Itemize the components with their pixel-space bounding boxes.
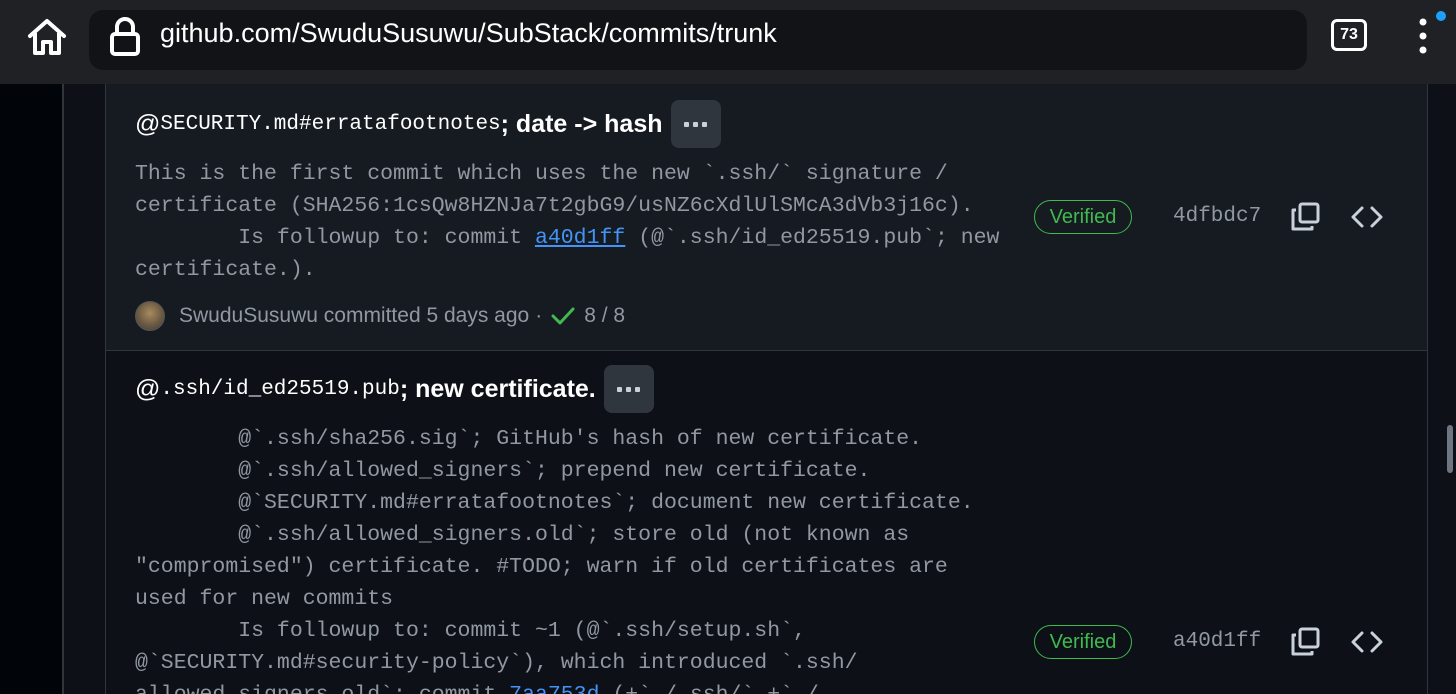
copy-icon[interactable] [1289,626,1321,658]
commit-message-line: This is the first commit which uses the … [135,162,948,186]
avatar[interactable] [135,301,165,331]
verified-badge[interactable]: Verified [1034,625,1132,659]
commit-title-prefix: @ [135,109,161,138]
tab-switcher-button[interactable]: 73 [1331,19,1367,51]
commit-message-line: Is followup to: commit ~1 (@`.ssh/setup.… [135,619,806,643]
commit-message-line: certificate.). [135,258,316,282]
commit-link[interactable]: 7aa753d [509,683,599,694]
commit-message-line: "compromised") certificate. #TODO; warn … [135,555,948,579]
commit-message: This is the first commit which uses the … [135,158,999,286]
browser-toolbar: github.com/SwuduSusuwu/SubStack/commits/… [0,0,1456,84]
commit-list: @ SECURITY.md#erratafootnotes; date -> ha… [105,84,1428,694]
commit-title-text: ; date -> hash [500,109,663,138]
committed-label: committed [323,304,421,327]
cut-suffix: (+`./.ssh/`,+`./ [600,683,818,694]
commit-message: @`.ssh/sha256.sig`; GitHub's hash of new… [135,423,974,694]
expand-message-button[interactable] [670,100,721,148]
lock-icon[interactable] [108,14,142,58]
home-icon[interactable] [22,12,72,62]
check-icon[interactable] [550,305,576,327]
page-left-rail [0,84,62,694]
followup-suffix: (@`.ssh/id_ed25519.pub`; new [625,226,1000,250]
commit-meta: SwuduSusuwu committed 5 days ago · 8 / 8 [135,300,625,332]
more-menu-icon[interactable] [1408,14,1438,58]
code-icon[interactable] [1350,201,1384,233]
commit-row: @ SECURITY.md#erratafootnotes; date -> ha… [106,84,1427,351]
timeline-line [62,84,64,694]
expand-message-button[interactable] [603,365,654,413]
commit-row: @ .ssh/id_ed25519.pub; new certificate. @… [106,351,1427,694]
code-icon[interactable] [1350,626,1384,658]
commit-link[interactable]: a40d1ff [535,226,625,250]
url-text[interactable]: github.com/SwuduSusuwu/SubStack/commits/… [160,18,777,49]
commit-message-line: @`SECURITY.md#security-policy`), which i… [135,651,858,675]
commit-title-prefix: @ [135,374,161,403]
commit-title[interactable]: @ .ssh/id_ed25519.pub; new certificate. [135,365,654,413]
commit-sha[interactable]: 4dfbdc7 [1173,205,1261,228]
commit-title-file: .ssh/id_ed25519.pub [160,377,400,401]
separator: · [535,304,543,327]
commit-message-line: @`.ssh/allowed_signers.old`; store old (… [135,523,910,547]
commit-title-text: ; new certificate. [399,374,596,403]
followup-prefix: Is followup to: commit [135,226,535,250]
commit-message-line: used for new commits [135,587,394,611]
commit-message-line: @`SECURITY.md#erratafootnotes`; document… [135,491,974,515]
commit-title-file: SECURITY.md#erratafootnotes [160,112,501,136]
verified-badge[interactable]: Verified [1034,200,1132,234]
commit-title[interactable]: @ SECURITY.md#erratafootnotes; date -> ha… [135,100,721,148]
commit-message-line: @`.ssh/sha256.sig`; GitHub's hash of new… [135,427,923,451]
commit-message-line: certificate (SHA256:1csQw8HZNJa7t2gbG9/u… [135,194,974,218]
notification-dot [1436,11,1446,21]
relative-time[interactable]: 5 days ago [426,304,529,328]
commit-message-line: @`.ssh/allowed_signers`; prepend new cer… [135,459,871,483]
commit-sha[interactable]: a40d1ff [1173,630,1261,653]
cut-prefix: allowed_signers.old`; commit [135,683,509,694]
copy-icon[interactable] [1289,201,1321,233]
scrollbar-thumb[interactable] [1447,425,1453,473]
checks-count[interactable]: 8 / 8 [584,304,625,328]
author-name[interactable]: SwuduSusuwu [179,304,318,328]
